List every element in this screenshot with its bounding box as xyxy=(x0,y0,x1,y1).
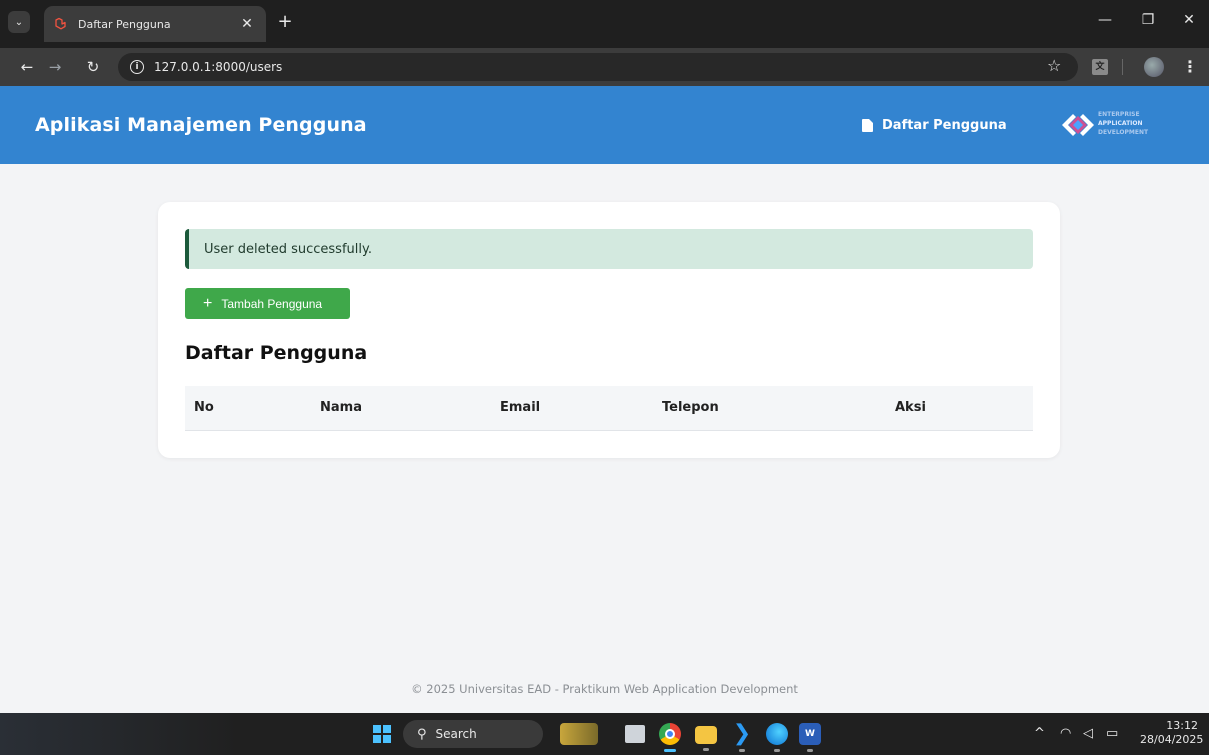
taskbar-word-icon[interactable]: W xyxy=(799,723,821,752)
page-footer: © 2025 Universitas EAD - Praktikum Web A… xyxy=(411,682,798,696)
tray-overflow-chevron-icon[interactable]: ^ xyxy=(1034,726,1045,741)
system-clock[interactable]: 13:12 28/04/2025 xyxy=(1140,719,1204,747)
search-icon: ⚲ xyxy=(417,726,427,742)
logo-wordmark: ENTERPRISE APPLICATION DEVELOPMENT xyxy=(1098,111,1149,136)
address-bar[interactable]: i 127.0.0.1:8000/users xyxy=(118,53,1078,81)
table-header-row: No Nama Email Telepon Aksi xyxy=(185,386,1033,431)
document-icon xyxy=(862,119,873,132)
app-header: Aplikasi Manajemen Pengguna Daftar Pengg… xyxy=(0,86,1209,164)
battery-icon[interactable]: ▭ xyxy=(1106,726,1118,741)
nav-link-daftar-pengguna[interactable]: Daftar Pengguna xyxy=(862,118,1007,133)
ead-logo: ENTERPRISE APPLICATION DEVELOPMENT xyxy=(1060,108,1160,142)
section-title: Daftar Pengguna xyxy=(185,342,368,364)
nav-link-label: Daftar Pengguna xyxy=(882,118,1007,133)
clock-time: 13:12 xyxy=(1166,719,1198,732)
column-header-aksi: Aksi xyxy=(895,386,1033,431)
window-close-icon[interactable]: ✕ xyxy=(1177,12,1201,28)
new-tab-plus-icon[interactable]: + xyxy=(274,12,296,34)
toolbar-divider xyxy=(1122,59,1123,75)
main-card: User deleted successfully. + Tambah Peng… xyxy=(158,202,1060,458)
column-header-email: Email xyxy=(500,386,662,431)
volume-icon[interactable]: ◁ xyxy=(1083,726,1093,741)
browser-tab[interactable]: Daftar Pengguna ✕ xyxy=(44,6,266,42)
browser-menu-kebab-icon[interactable]: ⋮ xyxy=(1182,57,1198,76)
restore-icon[interactable]: ❐ xyxy=(1136,12,1160,28)
users-table: No Nama Email Telepon Aksi xyxy=(185,386,1033,431)
taskbar-chrome-icon[interactable] xyxy=(659,723,681,752)
clock-date: 28/04/2025 xyxy=(1140,733,1204,746)
taskbar-search-label: Search xyxy=(435,727,477,741)
plus-icon: + xyxy=(203,294,213,312)
translate-icon[interactable]: 文 xyxy=(1092,59,1108,75)
taskbar: ⚲ Search ❯ W ^ ◠ ◁ ▭ 13:12 28/04/2025 xyxy=(0,713,1209,755)
code-brackets-logo-icon xyxy=(1062,114,1094,136)
weather-widget[interactable] xyxy=(0,713,240,755)
bookmark-star-icon[interactable]: ☆ xyxy=(1047,56,1061,75)
taskbar-taskview-icon[interactable] xyxy=(625,725,645,743)
tab-search-chevron-icon[interactable]: ⌄ xyxy=(8,11,30,33)
taskbar-app-game-icon[interactable] xyxy=(560,723,598,745)
url-text: 127.0.0.1:8000/users xyxy=(154,60,283,74)
tab-title: Daftar Pengguna xyxy=(78,17,171,31)
alert-message: User deleted successfully. xyxy=(204,241,372,257)
back-arrow-icon[interactable]: ← xyxy=(18,58,36,76)
forward-arrow-icon[interactable]: → xyxy=(46,58,64,76)
app-title: Aplikasi Manajemen Pengguna xyxy=(35,114,367,136)
column-header-no: No xyxy=(185,386,320,431)
taskbar-search[interactable]: ⚲ Search xyxy=(403,720,543,748)
minimize-icon[interactable]: — xyxy=(1093,12,1117,28)
tab-close-icon[interactable]: ✕ xyxy=(238,16,256,32)
windows-start-icon[interactable] xyxy=(373,725,391,743)
site-info-icon[interactable]: i xyxy=(130,60,144,74)
browser-toolbar: ← → ↻ i 127.0.0.1:8000/users ☆ 文 ⋮ xyxy=(0,48,1209,86)
profile-avatar-icon[interactable] xyxy=(1144,57,1164,77)
taskbar-vscode-icon[interactable]: ❯ xyxy=(731,723,753,752)
column-header-nama: Nama xyxy=(320,386,500,431)
column-header-telepon: Telepon xyxy=(662,386,895,431)
laravel-favicon-icon xyxy=(55,17,66,30)
success-alert: User deleted successfully. xyxy=(185,229,1033,269)
browser-tab-strip: ⌄ Daftar Pengguna ✕ + — ❐ ✕ xyxy=(0,0,1209,48)
add-user-button[interactable]: + Tambah Pengguna xyxy=(185,288,350,319)
add-user-button-label: Tambah Pengguna xyxy=(221,296,323,311)
taskbar-edge-icon[interactable] xyxy=(766,723,788,752)
reload-icon[interactable]: ↻ xyxy=(84,58,102,76)
taskbar-file-explorer-icon[interactable] xyxy=(695,726,717,751)
wifi-icon[interactable]: ◠ xyxy=(1060,726,1071,741)
